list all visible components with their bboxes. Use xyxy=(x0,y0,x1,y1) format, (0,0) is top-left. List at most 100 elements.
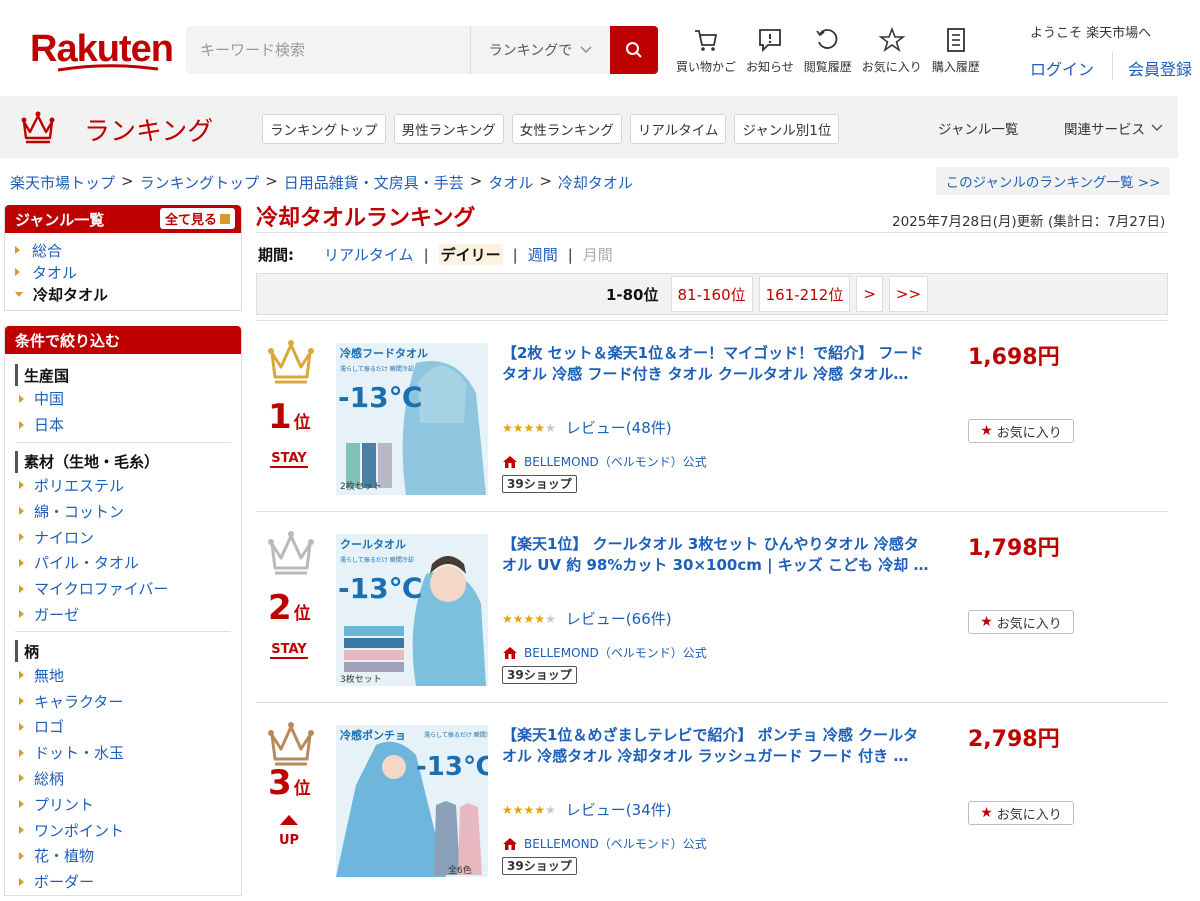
pagination: 1-80位 81-160位 161-212位 > >> xyxy=(256,273,1168,315)
add-favorite-button[interactable]: ★ お気に入り xyxy=(968,801,1074,825)
rank-unit: 位 xyxy=(293,779,311,799)
history-label: 閲覧履歴 xyxy=(803,60,852,74)
tab-realtime[interactable]: リアルタイム xyxy=(629,114,727,144)
filter-item[interactable]: マイクロファイバー xyxy=(15,576,231,602)
product-name-link[interactable]: 【2枚 セット＆楽天1位＆オー！マイゴッド！で紹介】 フードタオル 冷感 フード… xyxy=(502,343,932,385)
add-favorite-button[interactable]: ★ お気に入り xyxy=(968,610,1074,634)
notice-button[interactable]: お知らせ xyxy=(746,26,794,75)
rank-unit: 位 xyxy=(293,413,311,433)
star-icon xyxy=(878,26,906,53)
genre-ranking-list-link[interactable]: このジャンルのランキング一覧 >> xyxy=(936,167,1170,195)
breadcrumb-item[interactable]: 冷却タオル xyxy=(558,172,633,193)
tab-ranking-top[interactable]: ランキングトップ xyxy=(262,114,386,144)
last-page-button[interactable]: >> xyxy=(888,276,929,312)
star-icon: ★ xyxy=(980,805,993,821)
tab-women-ranking[interactable]: 女性ランキング xyxy=(511,114,622,144)
page-link-81-160[interactable]: 81-160位 xyxy=(670,276,753,312)
filter-item[interactable]: プリント xyxy=(15,791,231,817)
triangle-icon xyxy=(19,420,24,429)
cart-button[interactable]: 買い物かご xyxy=(676,26,736,75)
review-row: ★★★★★ レビュー(48件) xyxy=(502,417,672,438)
filter-group-title: 生産国 xyxy=(15,364,231,386)
triangle-icon xyxy=(19,877,24,886)
ranking-item: 3位 UP 冷感ポンチョ 濡らして振るだけ 瞬間冷却 -13℃ 全6色 【楽天1… xyxy=(256,702,1168,893)
filter-item-label: ナイロン xyxy=(34,528,95,547)
register-link[interactable]: 会員登録 xyxy=(1128,56,1192,80)
filter-item[interactable]: キャラクター xyxy=(15,688,231,714)
login-link[interactable]: ログイン xyxy=(1030,56,1094,80)
period-separator: | xyxy=(423,245,429,264)
filter-item[interactable]: ドット・水玉 xyxy=(15,740,231,766)
shop-link[interactable]: BELLEMOND（ベルモンド）公式 xyxy=(524,644,707,661)
period-label: 期間: xyxy=(258,246,294,264)
gold-crown-icon xyxy=(268,340,314,384)
favorite-label: お気に入り xyxy=(996,425,1062,441)
ranking-title[interactable]: ランキング xyxy=(84,111,213,148)
filter-item[interactable]: 綿・コットン xyxy=(15,498,231,524)
product-image[interactable]: 冷感ポンチョ 濡らして振るだけ 瞬間冷却 -13℃ 全6色 xyxy=(336,725,488,877)
product-price: 1,798円 xyxy=(968,536,1060,561)
product-name-link[interactable]: 【楽天1位】 クールタオル 3枚セット ひんやりタオル 冷感タオル UV 約 9… xyxy=(502,534,932,576)
review-link[interactable]: レビュー(66件) xyxy=(566,608,672,629)
filter-item-label: 綿・コットン xyxy=(34,502,125,521)
filter-item[interactable]: 花・植物 xyxy=(15,843,231,869)
history-button[interactable]: 閲覧履歴 xyxy=(804,26,852,75)
filter-item[interactable]: 無地 xyxy=(15,662,231,688)
next-page-button[interactable]: > xyxy=(856,276,883,312)
product-image-graphic: クールタオル 濡らして振るだけ 瞬間冷却 -13℃ 3枚セット xyxy=(336,534,488,686)
breadcrumb-item[interactable]: 日用品雑貨・文房具・手芸 xyxy=(284,172,464,193)
search-scope-select[interactable]: ランキングで xyxy=(470,26,610,74)
favorites-button[interactable]: お気に入り xyxy=(862,26,922,75)
related-services-menu[interactable]: 関連サービス xyxy=(1064,118,1163,138)
period-realtime[interactable]: リアルタイム xyxy=(324,244,414,265)
purchase-history-button[interactable]: 購入履歴 xyxy=(932,26,980,75)
filter-item-label: ワンポイント xyxy=(34,821,125,840)
filter-item[interactable]: パイル・タオル xyxy=(15,550,231,576)
breadcrumb-item[interactable]: 楽天市場トップ xyxy=(10,172,115,193)
review-row: ★★★★★ レビュー(34件) xyxy=(502,799,672,820)
filter-item[interactable]: ポリエステル xyxy=(15,473,231,499)
rank-unit: 位 xyxy=(293,604,311,624)
search-input[interactable] xyxy=(186,26,470,74)
product-image[interactable]: クールタオル 濡らして振るだけ 瞬間冷却 -13℃ 3枚セット xyxy=(336,534,488,686)
product-name-link[interactable]: 【楽天1位＆めざましテレビで紹介】 ポンチョ 冷感 クールタオル 冷感タオル 冷… xyxy=(502,725,932,767)
image-subtitle-text: 濡らして振るだけ 瞬間冷却 xyxy=(424,731,488,739)
filter-item[interactable]: ボーダー xyxy=(15,869,231,895)
shop-link[interactable]: BELLEMOND（ベルモンド）公式 xyxy=(524,453,707,470)
filter-list: 生産国 中国 日本 素材（生地・毛糸） ポリエステル 綿・コットン ナイロン パ… xyxy=(5,354,241,901)
triangle-icon xyxy=(19,697,24,706)
image-count-text: 全6色 xyxy=(448,864,472,876)
filter-item[interactable]: 日本 xyxy=(15,412,231,438)
sidebar-item-towel[interactable]: タオル xyxy=(15,261,231,283)
review-link[interactable]: レビュー(34件) xyxy=(566,799,672,820)
filter-item[interactable]: ロゴ xyxy=(15,714,231,740)
period-weekly[interactable]: 週間 xyxy=(528,244,558,265)
product-price: 2,798円 xyxy=(968,727,1060,752)
filter-item[interactable]: 中国 xyxy=(15,386,231,412)
tab-men-ranking[interactable]: 男性ランキング xyxy=(393,114,504,144)
shop-row: BELLEMOND（ベルモンド）公式 xyxy=(502,644,707,661)
filter-item[interactable]: 総柄 xyxy=(15,766,231,792)
history-icon xyxy=(816,29,838,49)
sidebar-item-all[interactable]: 総合 xyxy=(15,239,231,261)
image-title-text: 冷感ポンチョ xyxy=(340,728,406,742)
rank-number: 1位 xyxy=(268,397,318,437)
search-button[interactable] xyxy=(610,26,658,74)
product-image[interactable]: 冷感フードタオル 濡らして振るだけ 瞬間冷却 -13℃ 2枚セット xyxy=(336,343,488,495)
filter-item[interactable]: ガーゼ xyxy=(15,602,231,628)
review-link[interactable]: レビュー(48件) xyxy=(566,417,672,438)
see-all-button[interactable]: 全て見る xyxy=(159,208,235,229)
filter-item[interactable]: ワンポイント xyxy=(15,817,231,843)
breadcrumb-item[interactable]: タオル xyxy=(488,172,533,193)
image-subtitle-text: 濡らして振るだけ 瞬間冷却 xyxy=(340,556,414,564)
filter-item[interactable]: ナイロン xyxy=(15,524,231,550)
triangle-icon xyxy=(19,851,24,860)
product-image-graphic: 冷感フードタオル 濡らして振るだけ 瞬間冷却 -13℃ 2枚セット xyxy=(336,343,488,495)
add-favorite-button[interactable]: ★ お気に入り xyxy=(968,419,1074,443)
shop-link[interactable]: BELLEMOND（ベルモンド）公式 xyxy=(524,835,707,852)
genre-list-link[interactable]: ジャンル一覧 xyxy=(938,118,1018,138)
breadcrumb-item[interactable]: ランキングトップ xyxy=(140,172,260,193)
page-link-161-212[interactable]: 161-212位 xyxy=(758,276,851,312)
tab-genre-first[interactable]: ジャンル別1位 xyxy=(734,114,840,144)
shop-row: BELLEMOND（ベルモンド）公式 xyxy=(502,453,707,470)
